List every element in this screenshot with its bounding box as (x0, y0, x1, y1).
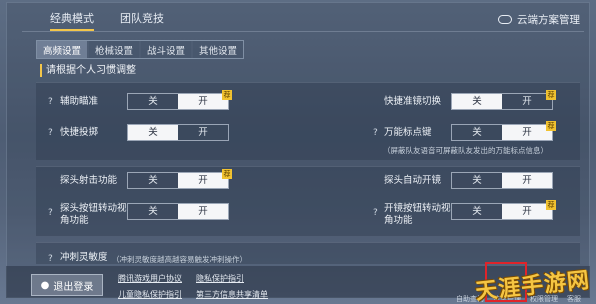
recommended-badge: 荐 (546, 200, 556, 210)
top-divider (22, 31, 584, 32)
privacy-guide-link[interactable]: 隐私保护指引 (196, 273, 244, 284)
user-icon: ● (40, 279, 50, 291)
scope-rotate-label: 开镜按钮转动视角功能 (384, 203, 451, 226)
recommended-badge: 荐 (546, 121, 556, 131)
sprint-label: 冲刺灵敏度 (60, 252, 108, 263)
peek-rotate-on[interactable]: 开 (178, 204, 228, 219)
user-agreement-link[interactable]: 腾讯游戏用户协议 (118, 273, 182, 284)
universal-mark-on[interactable]: 开荐 (502, 121, 556, 140)
peek-auto-scope-label: 探头自动开镜 (384, 175, 442, 186)
universal-mark-note: （屏蔽队友语音可屏蔽队友发出的万能标点信息） (383, 146, 548, 155)
recommended-badge: 荐 (546, 90, 556, 100)
quick-scope-on[interactable]: 开荐 (502, 90, 556, 109)
peek-fire-on[interactable]: 开荐 (178, 169, 232, 188)
quick-scope-off[interactable]: 关 (452, 94, 502, 109)
subtab-combat[interactable]: 战斗设置 (141, 41, 192, 58)
help-icon[interactable]: ? (48, 208, 53, 218)
scope-rotate-on[interactable]: 开荐 (502, 200, 556, 219)
quick-throw-off[interactable]: 关 (128, 125, 178, 140)
quick-scope-label: 快捷准镜切换 (384, 96, 442, 107)
universal-mark-toggle[interactable]: 关 开荐 (451, 121, 556, 141)
help-icon[interactable]: ? (373, 208, 378, 218)
quick-throw-toggle[interactable]: 关 开 (127, 124, 229, 141)
subtab-other[interactable]: 其他设置 (193, 41, 244, 58)
help-icon[interactable]: ? (48, 254, 53, 264)
logout-button[interactable]: ● 退出登录 (31, 274, 103, 296)
help-icon[interactable]: ? (48, 128, 53, 138)
settings-subtabs: 高频设置 枪械设置 战斗设置 其他设置 (36, 40, 245, 59)
aim-assist-label: 辅助瞄准 (60, 96, 99, 107)
help-icon[interactable]: ? (48, 97, 53, 107)
subtab-frequent[interactable]: 高频设置 (37, 41, 88, 58)
aim-assist-on[interactable]: 开荐 (178, 90, 232, 109)
aim-assist-toggle[interactable]: 关 开荐 (127, 90, 232, 110)
cloud-icon (498, 15, 512, 24)
quick-throw-on[interactable]: 开 (178, 125, 228, 140)
sprint-note: （冲刺灵敏度越高越容易触发冲刺操作） (112, 255, 247, 264)
peek-rotate-off[interactable]: 关 (128, 204, 178, 219)
quick-throw-label: 快捷投掷 (60, 127, 99, 138)
peek-rotate-toggle[interactable]: 关 开 (127, 203, 229, 220)
help-icon[interactable]: ? (373, 128, 378, 138)
recommended-badge: 荐 (222, 90, 232, 100)
peek-fire-label: 探头射击功能 (60, 175, 118, 186)
tab-classic-mode[interactable]: 经典模式 (50, 10, 94, 31)
scope-rotate-off[interactable]: 关 (452, 204, 502, 219)
peek-auto-scope-off[interactable]: 关 (452, 173, 502, 188)
peek-fire-toggle[interactable]: 关 开荐 (127, 169, 232, 189)
subtab-weapon[interactable]: 枪械设置 (89, 41, 140, 58)
recommended-badge: 荐 (222, 169, 232, 179)
logout-label: 退出登录 (53, 281, 94, 293)
universal-mark-off[interactable]: 关 (452, 125, 502, 140)
quick-scope-toggle[interactable]: 关 开荐 (451, 90, 556, 110)
peek-auto-scope-on[interactable]: 开 (502, 173, 552, 188)
tab-team-deathmatch[interactable]: 团队竞技 (120, 10, 164, 30)
cloud-sync-label: 云端方案管理 (517, 14, 580, 26)
peek-auto-scope-toggle[interactable]: 关 开 (451, 172, 553, 189)
section-title: 请根据个人习惯调整 (40, 64, 136, 77)
scope-rotate-toggle[interactable]: 关 开荐 (451, 200, 556, 220)
cloud-sync-button[interactable]: 云端方案管理 (498, 12, 580, 27)
child-privacy-link[interactable]: 儿童隐私保护指引 (118, 289, 182, 300)
peek-rotate-label: 探头按钮转动视角功能 (60, 203, 127, 226)
peek-fire-off[interactable]: 关 (128, 173, 178, 188)
aim-assist-off[interactable]: 关 (128, 94, 178, 109)
third-party-list-link[interactable]: 第三方信息共享清单 (196, 289, 268, 300)
universal-mark-label: 万能标点键 (384, 127, 432, 138)
